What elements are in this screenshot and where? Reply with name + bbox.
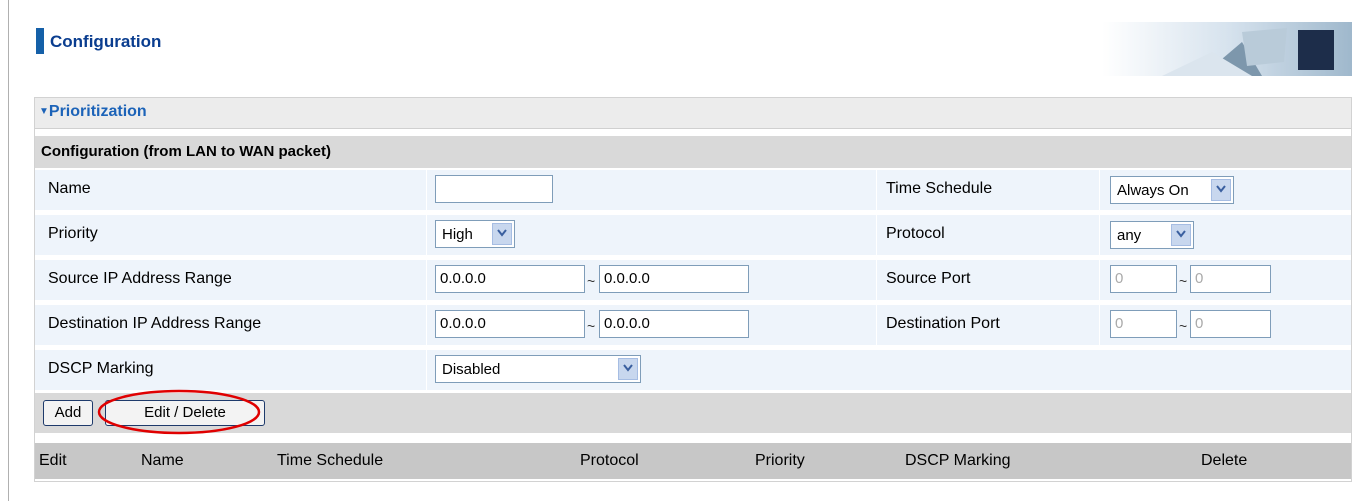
value-cell: 0 ~ 0 [1100,260,1351,300]
name-label: Name [48,180,91,197]
column-header: Name [141,452,184,469]
value-cell [427,170,877,210]
priority-label: Priority [48,225,98,242]
label-cell: Source Port [877,260,1100,300]
column-header: Delete [1201,452,1248,469]
prioritization-title: Prioritization [48,103,147,120]
source-ip-end-input[interactable]: 0.0.0.0 [599,265,749,293]
time-schedule-select[interactable]: Always On [1110,176,1234,204]
destination-port-label: Destination Port [886,315,1000,332]
value-cell: any [1100,215,1351,255]
protocol-label: Protocol [886,225,945,242]
header-banner-image [1102,22,1352,76]
dscp-value: Disabled [442,361,501,378]
destination-ip-start-input[interactable]: 0.0.0.0 [435,310,585,338]
value-cell: Disabled [427,350,1351,390]
highlight-circle [97,389,261,435]
destination-port-end-input[interactable]: 0 [1190,310,1271,338]
label-cell: Priority [35,215,427,255]
label-cell: Destination IP Address Range [35,305,427,345]
page-title: Configuration [50,32,162,51]
prioritization-panel: ▼Prioritization Configuration (from LAN … [34,97,1352,482]
page-header: Configuration [22,22,1352,76]
destination-ip-end-input[interactable]: 0.0.0.0 [599,310,749,338]
source-port-label: Source Port [886,270,971,287]
time-schedule-value: Always On [1117,182,1189,199]
config-heading-row: Configuration (from LAN to WAN packet) [35,136,1351,168]
label-cell: Destination Port [877,305,1100,345]
column-header: Priority [755,452,805,469]
protocol-select[interactable]: any [1110,221,1194,249]
column-header: Edit [39,452,67,469]
value-cell: 0.0.0.0 ~ 0.0.0.0 [427,305,877,345]
form-row-source: Source IP Address Range 0.0.0.0 ~ 0.0.0.… [35,260,1351,300]
value-cell: Always On [1100,170,1351,210]
button-row: Add Edit / Delete [35,389,1351,435]
label-cell: Name [35,170,427,210]
range-separator: ~ [1179,318,1188,334]
config-heading: Configuration (from LAN to WAN packet) [41,143,331,160]
label-cell: Protocol [877,215,1100,255]
header-accent-bar [36,28,44,54]
protocol-value: any [1117,227,1142,244]
chevron-down-icon [618,358,638,380]
range-separator: ~ [587,318,596,334]
name-input[interactable] [435,175,553,203]
priority-value: High [442,226,473,243]
time-schedule-label: Time Schedule [886,180,993,197]
value-cell: 0.0.0.0 ~ 0.0.0.0 [427,260,877,300]
page-left-border [8,0,9,501]
column-header: Protocol [580,452,639,469]
add-button[interactable]: Add [43,400,93,426]
column-header: Time Schedule [277,452,384,469]
chevron-down-icon [1211,179,1231,201]
rules-table-header: Edit Name Time Schedule Protocol Priorit… [35,443,1351,479]
destination-port-start-input[interactable]: 0 [1110,310,1177,338]
form-row-name: Name Time Schedule Always On [35,170,1351,210]
form-row-destination: Destination IP Address Range 0.0.0.0 ~ 0… [35,305,1351,345]
label-cell: DSCP Marking [35,350,427,390]
form-row-dscp: DSCP Marking Disabled [35,350,1351,390]
chevron-down-icon [492,223,512,245]
column-header: DSCP Marking [905,452,1011,469]
dscp-label: DSCP Marking [48,360,154,377]
destination-ip-label: Destination IP Address Range [48,315,262,332]
source-ip-start-input[interactable]: 0.0.0.0 [435,265,585,293]
range-separator: ~ [587,273,596,289]
value-cell: 0 ~ 0 [1100,305,1351,345]
source-ip-label: Source IP Address Range [48,270,232,287]
value-cell: High [427,215,877,255]
prioritization-bar[interactable]: ▼Prioritization [35,98,1351,129]
label-cell: Time Schedule [877,170,1100,210]
range-separator: ~ [1179,273,1188,289]
source-port-start-input[interactable]: 0 [1110,265,1177,293]
prioritization-heading: ▼Prioritization [39,103,147,121]
chevron-down-icon [1171,224,1191,246]
priority-select[interactable]: High [435,220,515,248]
source-port-end-input[interactable]: 0 [1190,265,1271,293]
form-row-priority: Priority High Protocol any [35,215,1351,255]
label-cell: Source IP Address Range [35,260,427,300]
dscp-select[interactable]: Disabled [435,355,641,383]
triangle-down-icon: ▼ [39,106,49,117]
